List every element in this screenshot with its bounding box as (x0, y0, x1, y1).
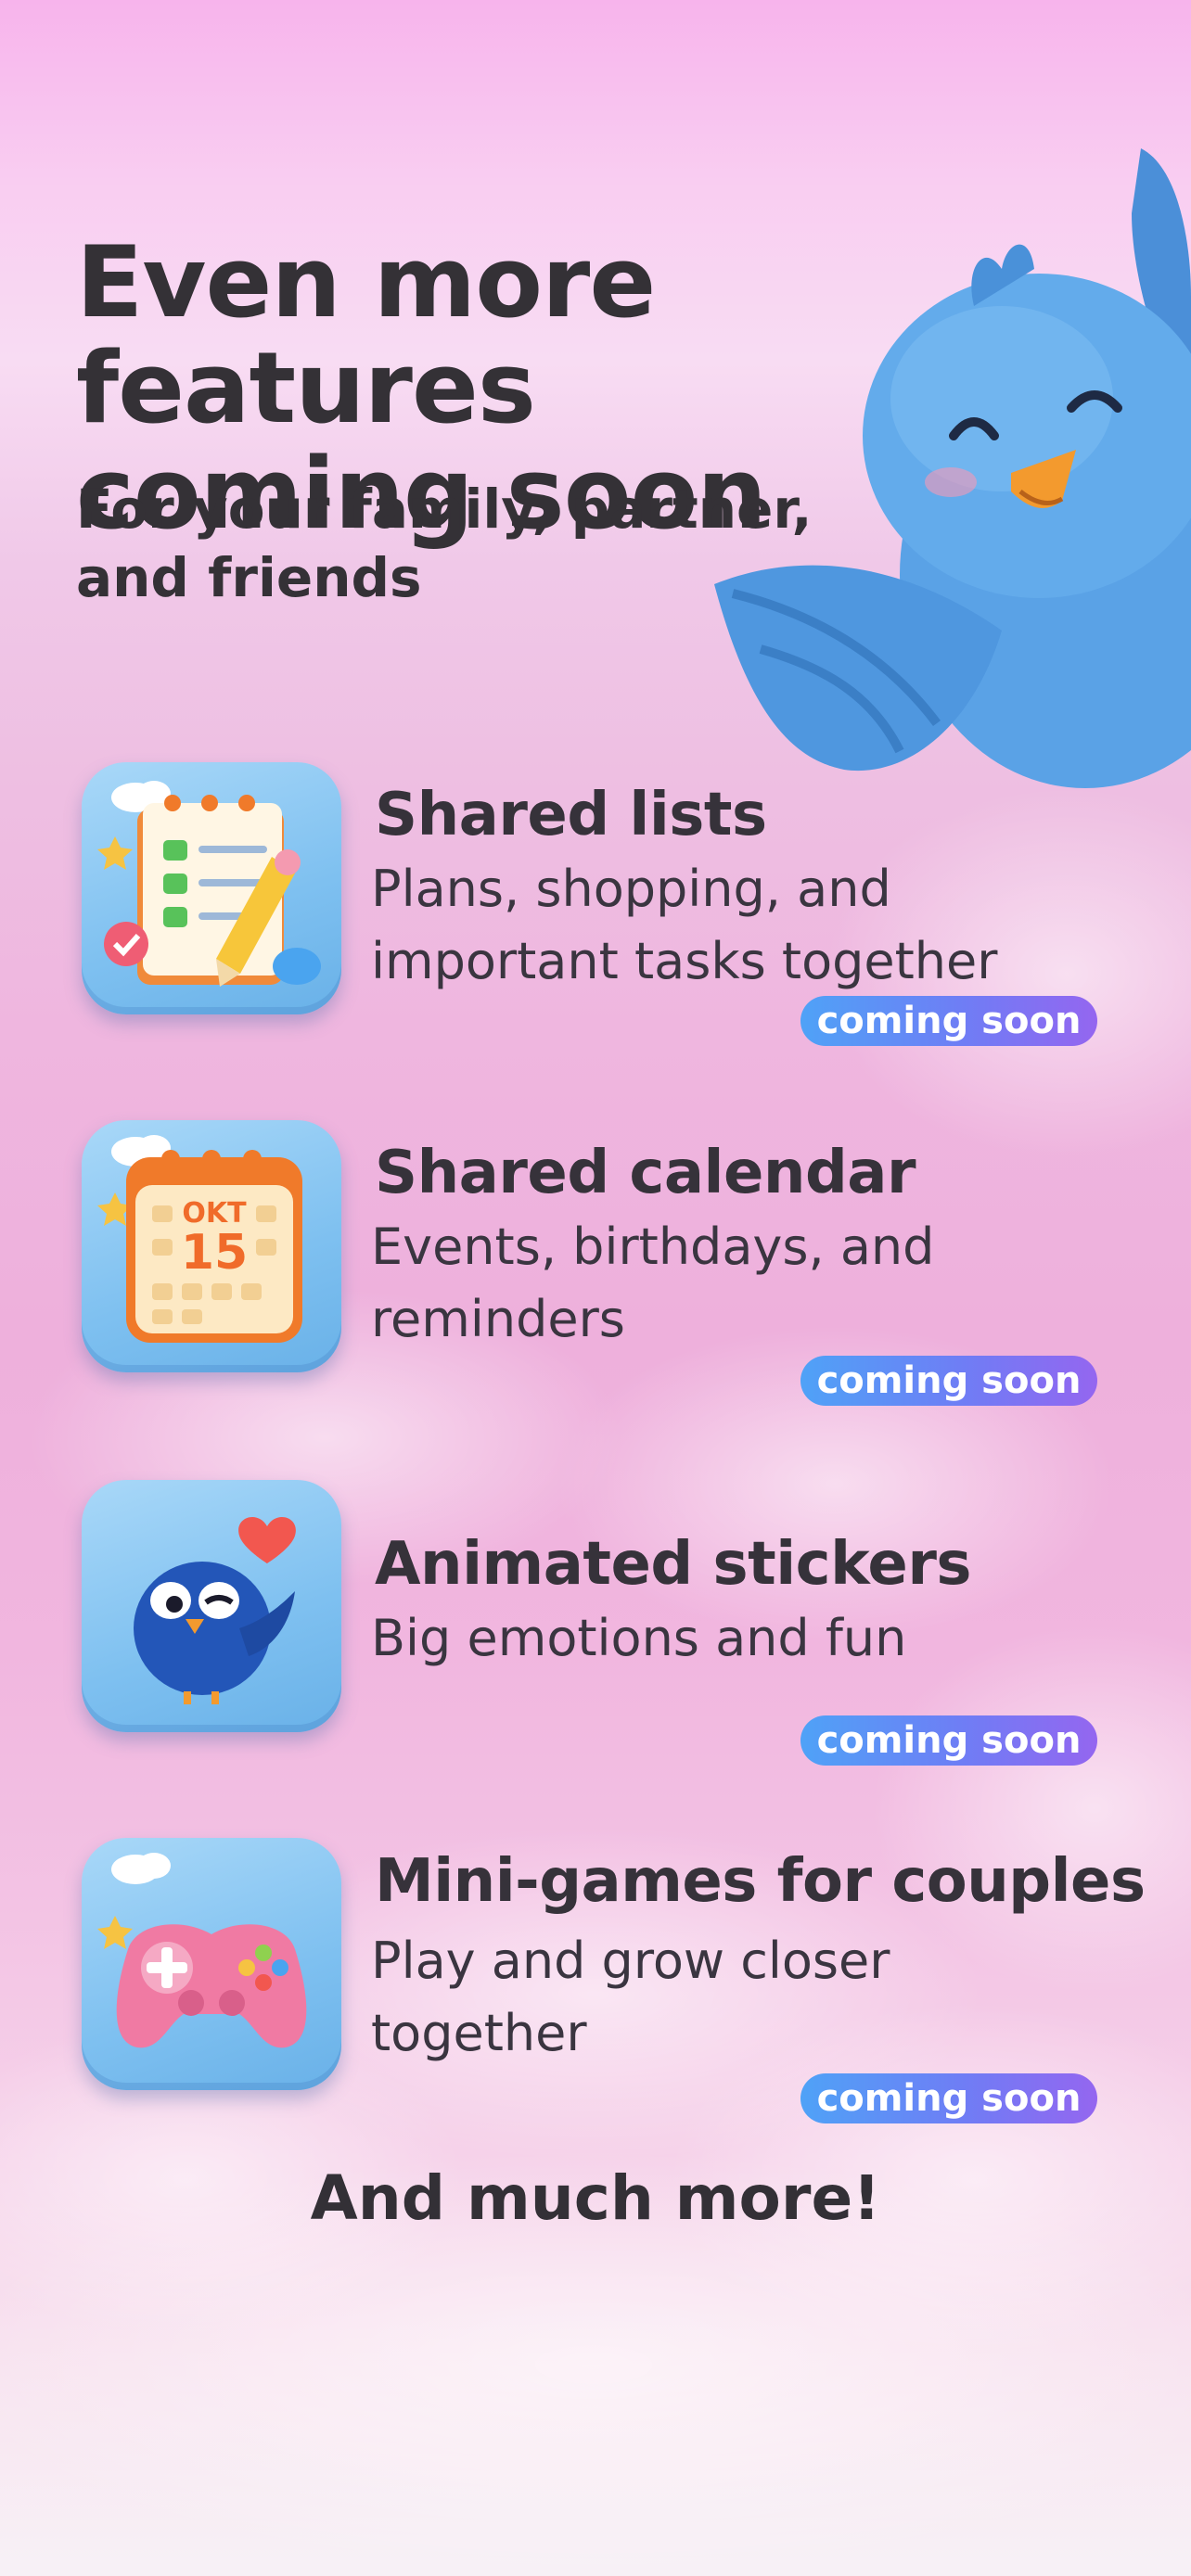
page-title-line1: Even more features (76, 225, 656, 445)
feature-shared-calendar: OKT 15 Shared calendar Events, birthdays… (82, 1120, 1148, 1417)
and-much-more-text: And much more! (310, 2162, 881, 2234)
feature-description-line1: Big emotions and fun (371, 1609, 907, 1667)
feature-description: Play and grow closer together (371, 1925, 1150, 2070)
feature-title: Shared lists (375, 781, 767, 849)
page-subtitle-line1: For your family, partner, (76, 478, 813, 541)
feature-shared-lists: Shared lists Plans, shopping, and import… (82, 762, 1148, 1059)
feature-title: Animated stickers (375, 1530, 971, 1599)
coming-soon-badge: coming soon (800, 1356, 1097, 1406)
coming-soon-badge: coming soon (800, 2073, 1097, 2123)
coming-soon-badge: coming soon (800, 996, 1097, 1046)
feature-description: Plans, shopping, and important tasks tog… (371, 853, 1150, 998)
gamepad-icon (82, 1838, 341, 2090)
coming-soon-badge: coming soon (800, 1715, 1097, 1766)
feature-description-line1: Play and grow closer (371, 1932, 890, 1990)
feature-mini-games: Mini-games for couples Play and grow clo… (82, 1838, 1148, 2135)
calendar-icon: OKT 15 (82, 1120, 341, 1372)
feature-title: Shared calendar (375, 1139, 916, 1207)
feature-description-line1: Plans, shopping, and (371, 860, 891, 918)
page-subtitle-line2: and friends (76, 546, 422, 609)
page-subtitle: For your family, partner, and friends (76, 475, 911, 612)
feature-description-line2: reminders (371, 1290, 625, 1348)
feature-animated-stickers: Animated stickers Big emotions and fun c… (82, 1480, 1148, 1777)
feature-description-line2: important tasks together (371, 932, 998, 990)
feature-description: Big emotions and fun (371, 1602, 1150, 1675)
feature-description: Events, birthdays, and reminders (371, 1211, 1150, 1356)
feature-description-line1: Events, birthdays, and (371, 1218, 935, 1276)
bird-sticker-icon (82, 1480, 341, 1732)
checklist-icon (82, 762, 341, 1014)
feature-description-line2: together (371, 2004, 587, 2062)
feature-title: Mini-games for couples (375, 1847, 1146, 1916)
calendar-icon-day: 15 (181, 1225, 248, 1281)
